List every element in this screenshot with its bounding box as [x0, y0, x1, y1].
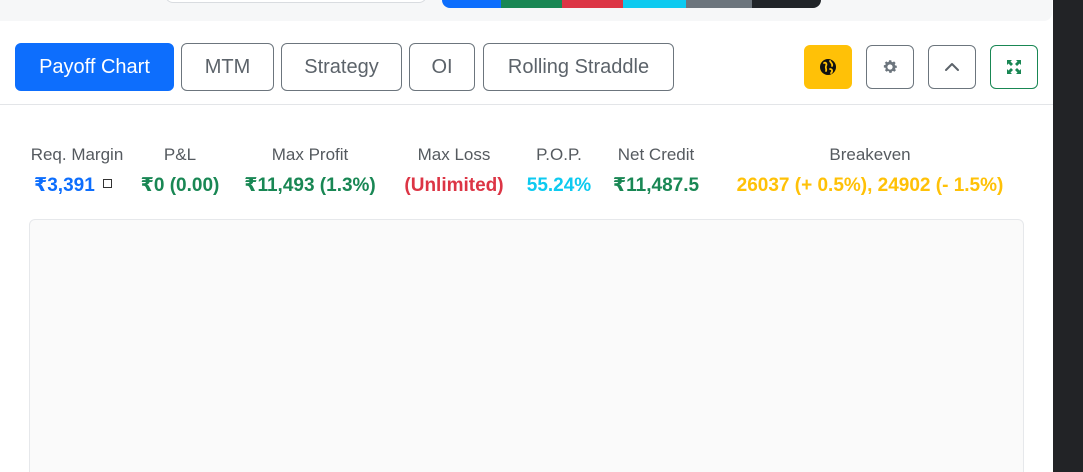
stat-pnl: P&L ₹0 (0.00) — [134, 144, 226, 198]
margin-checkbox[interactable] — [102, 179, 112, 189]
tab-mtm[interactable]: MTM — [181, 43, 274, 91]
top-toolbar — [0, 0, 1052, 21]
tab-strategy[interactable]: Strategy — [281, 43, 402, 91]
stat-label: Req. Margin — [30, 145, 124, 164]
stat-value: ₹11,493 (1.3%) — [244, 175, 376, 196]
fullscreen-button[interactable] — [990, 45, 1038, 89]
chevron-up-icon — [945, 63, 959, 71]
top-input[interactable] — [165, 0, 427, 3]
stat-value: ₹0 (0.00) — [140, 175, 220, 196]
stat-value: 55.24% — [526, 175, 592, 196]
stat-pop: P.O.P. 55.24% — [519, 144, 599, 198]
secondary-swatch-button[interactable] — [686, 0, 752, 8]
globe-button[interactable] — [804, 45, 852, 89]
stat-label: P.O.P. — [536, 145, 582, 164]
stat-net-credit: Net Credit ₹11,487.5 — [604, 144, 708, 198]
stat-value: (Unlimited) — [404, 175, 504, 196]
dark-swatch-button[interactable] — [752, 0, 821, 8]
stat-req-margin: Req. Margin ₹3,391 — [28, 144, 126, 198]
danger-swatch-button[interactable] — [562, 0, 623, 8]
req-margin-value: ₹3,391 — [34, 175, 95, 196]
stat-value: 26037 (+ 0.5%), 24902 (- 1.5%) — [736, 175, 1004, 196]
primary-swatch-button[interactable] — [442, 0, 501, 8]
stat-breakeven: Breakeven 26037 (+ 0.5%), 24902 (- 1.5%) — [714, 144, 1026, 198]
stat-max-loss: Max Loss (Unlimited) — [395, 144, 513, 198]
settings-button[interactable] — [866, 45, 914, 89]
stat-value: ₹3,391 — [28, 174, 126, 198]
stat-max-profit: Max Profit ₹11,493 (1.3%) — [235, 144, 385, 198]
stat-value: ₹11,487.5 — [612, 175, 700, 196]
collapse-button[interactable] — [928, 45, 976, 89]
stat-label: Max Profit — [271, 145, 349, 164]
tabs-row: Payoff Chart MTM Strategy OI Rolling Str… — [0, 43, 1053, 105]
tab-rolling-straddle[interactable]: Rolling Straddle — [483, 43, 674, 91]
strategy-stats: Req. Margin ₹3,391 P&L ₹0 (0.00) Max Pro… — [0, 144, 1053, 204]
stat-label: P&L — [163, 145, 197, 164]
tab-oi[interactable]: OI — [409, 43, 475, 91]
stat-label: Net Credit — [617, 145, 695, 164]
success-swatch-button[interactable] — [501, 0, 562, 8]
gear-icon — [883, 60, 898, 73]
color-button-group — [442, 0, 821, 8]
stat-label: Breakeven — [829, 145, 911, 164]
payoff-chart-container — [29, 219, 1024, 472]
info-swatch-button[interactable] — [623, 0, 686, 8]
payoff-panel: Payoff Chart MTM Strategy OI Rolling Str… — [0, 0, 1053, 472]
globe-icon — [820, 59, 836, 75]
stat-label: Max Loss — [417, 145, 491, 164]
tab-payoff-chart[interactable]: Payoff Chart — [15, 43, 174, 91]
page-background-edge — [1053, 0, 1083, 472]
expand-icon — [1007, 60, 1021, 74]
